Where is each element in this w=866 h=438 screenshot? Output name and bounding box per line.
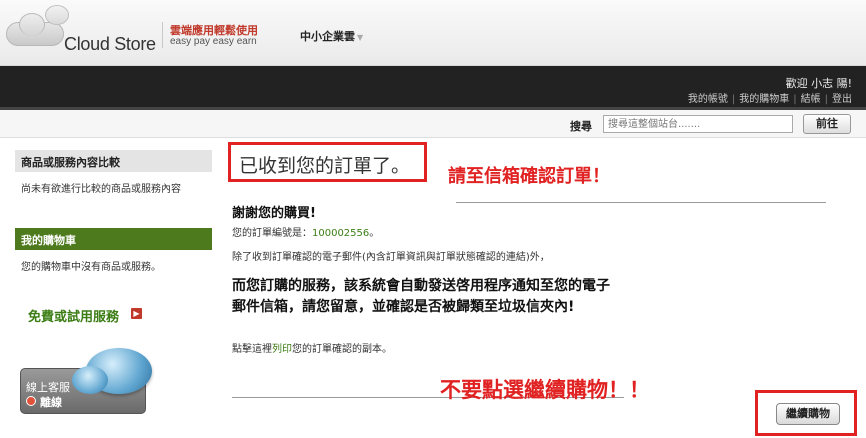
support-status: 離線 (40, 396, 62, 409)
search-bar: 搜尋 前往 (0, 110, 866, 138)
search-input[interactable] (603, 115, 793, 133)
checkout-link[interactable]: 結帳 (801, 94, 821, 105)
free-trial-link[interactable]: 免費或試用服務 (28, 306, 119, 325)
search-label: 搜尋 (570, 120, 592, 133)
logout-link[interactable]: 登出 (832, 94, 852, 105)
online-support-widget[interactable]: 線上客服 離線 (20, 348, 152, 414)
main-content: 已收到您的訂單了。 請至信箱確認訂單！ 謝謝您的購買! 您的訂單編號是：1000… (228, 142, 858, 438)
separator: | (824, 94, 828, 105)
chevron-down-icon: ▼ (357, 33, 364, 42)
divider (456, 202, 826, 203)
separator: | (731, 94, 736, 105)
brand-divider (162, 22, 163, 48)
annotation-do-not-continue: 不要點選繼續購物！！ (440, 378, 650, 402)
notice-line: 而您訂購的服務，該系統會自動發送啓用程序通知至您的電子 (232, 278, 610, 294)
order-number[interactable]: 100002556 (312, 228, 369, 239)
cloud-icon (72, 348, 152, 394)
site-header: Cloud Store 雲端應用輕鬆使用 easy pay easy earn … (0, 0, 866, 66)
cloud-logo-icon (6, 5, 69, 46)
support-title: 線上客服 (26, 381, 70, 394)
print-prefix: 點擊這裡 (232, 344, 272, 355)
order-suffix: 。 (369, 228, 380, 239)
annotation-highlight-box: 已收到您的訂單了。 (228, 142, 427, 182)
cart-body: 您的購物車中沒有商品或服務。 (21, 262, 161, 273)
print-line: 點擊這裡列印您的訂單確認的副本。 (232, 340, 392, 355)
tagline-en: easy pay easy earn (170, 36, 257, 47)
arrow-right-icon[interactable]: ▶ (131, 308, 142, 319)
brand-name: Cloud Store (64, 34, 156, 54)
sme-cloud-label: 中小企業雲 (300, 30, 355, 43)
order-prefix: 您的訂單編號是： (232, 228, 312, 239)
sidebar: 商品或服務內容比較 尚未有欲進行比較的商品或服務內容 我的購物車 您的購物車中沒… (15, 150, 212, 290)
welcome-text: 歡迎 小志 陽! (785, 77, 852, 90)
print-link[interactable]: 列印 (272, 344, 292, 355)
compare-title: 商品或服務內容比較 (15, 150, 212, 172)
notice-line: 郵件信箱，請您留意，並確認是否被歸類至垃圾信夾內! (232, 299, 575, 315)
cloud-store-logo[interactable]: Cloud Store (6, 5, 156, 54)
sme-cloud-menu[interactable]: 中小企業雲 ▼ (300, 28, 363, 44)
my-account-link[interactable]: 我的帳號 (688, 94, 728, 105)
continue-shopping-button[interactable]: 繼續購物 (776, 403, 840, 425)
print-suffix: 您的訂單確認的副本。 (292, 344, 392, 355)
annotation-check-email: 請至信箱確認訂單！ (448, 166, 610, 187)
separator: | (793, 94, 797, 105)
page-title: 已收到您的訂單了。 (239, 155, 411, 177)
order-number-line: 您的訂單編號是：100002556。 (232, 224, 379, 239)
thanks-heading: 謝謝您的購買! (232, 206, 316, 221)
offline-status-icon (26, 396, 36, 406)
my-cart-link[interactable]: 我的購物車 (739, 94, 789, 105)
user-bar: 歡迎 小志 陽! 我的帳號 | 我的購物車 | 結帳 | 登出 (0, 66, 866, 110)
compare-body: 尚未有欲進行比較的商品或服務內容 (21, 184, 181, 195)
annotation-highlight-box: 繼續購物 (755, 390, 857, 436)
cart-title[interactable]: 我的購物車 (15, 228, 212, 250)
email-info-text: 除了收到訂單確認的電子郵件(內含訂單資訊與訂單狀態確認的連結)外， (232, 252, 550, 263)
user-links: 我的帳號 | 我的購物車 | 結帳 | 登出 (688, 90, 852, 105)
activation-notice: 而您訂購的服務，該系統會自動發送啓用程序通知至您的電子 郵件信箱，請您留意，並確… (232, 276, 692, 318)
search-go-button[interactable]: 前往 (803, 114, 851, 134)
